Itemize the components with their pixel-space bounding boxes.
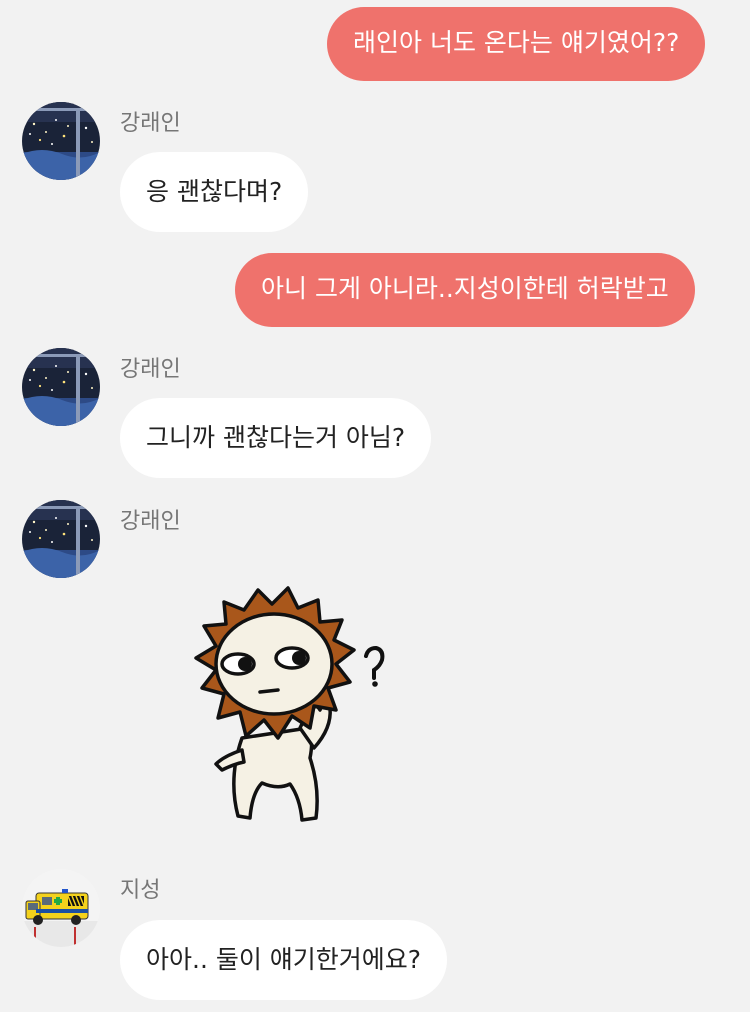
night-window-avatar-icon <box>22 500 100 578</box>
night-window-avatar-icon <box>22 348 100 426</box>
rain-avatar[interactable] <box>22 500 100 578</box>
night-window-avatar-icon <box>22 102 100 180</box>
lion-question-icon <box>194 586 385 822</box>
jisung-avatar[interactable] <box>22 869 100 947</box>
sender-name: 강래인 <box>120 509 181 534</box>
rain-avatar[interactable] <box>22 102 100 180</box>
my-message-bubble[interactable]: 래인아 너도 온다는 얘기였어?? <box>327 7 706 81</box>
sender-name: 지성 <box>120 878 161 903</box>
sender-name: 강래인 <box>120 111 181 136</box>
lion-thinking-sticker[interactable] <box>150 578 390 823</box>
rain-avatar[interactable] <box>22 348 100 426</box>
sender-name: 강래인 <box>120 357 181 382</box>
other-message-bubble[interactable]: 아아.. 둘이 얘기한거에요? <box>120 920 448 1000</box>
other-message-bubble[interactable]: 그니까 괜찮다는거 아님? <box>120 398 432 478</box>
yellow-ambulance-avatar-icon <box>22 869 100 947</box>
other-message-bubble[interactable]: 응 괜찮다며? <box>120 152 309 232</box>
my-message-bubble[interactable]: 아니 그게 아니라..지성이한테 허락받고 <box>235 253 695 327</box>
